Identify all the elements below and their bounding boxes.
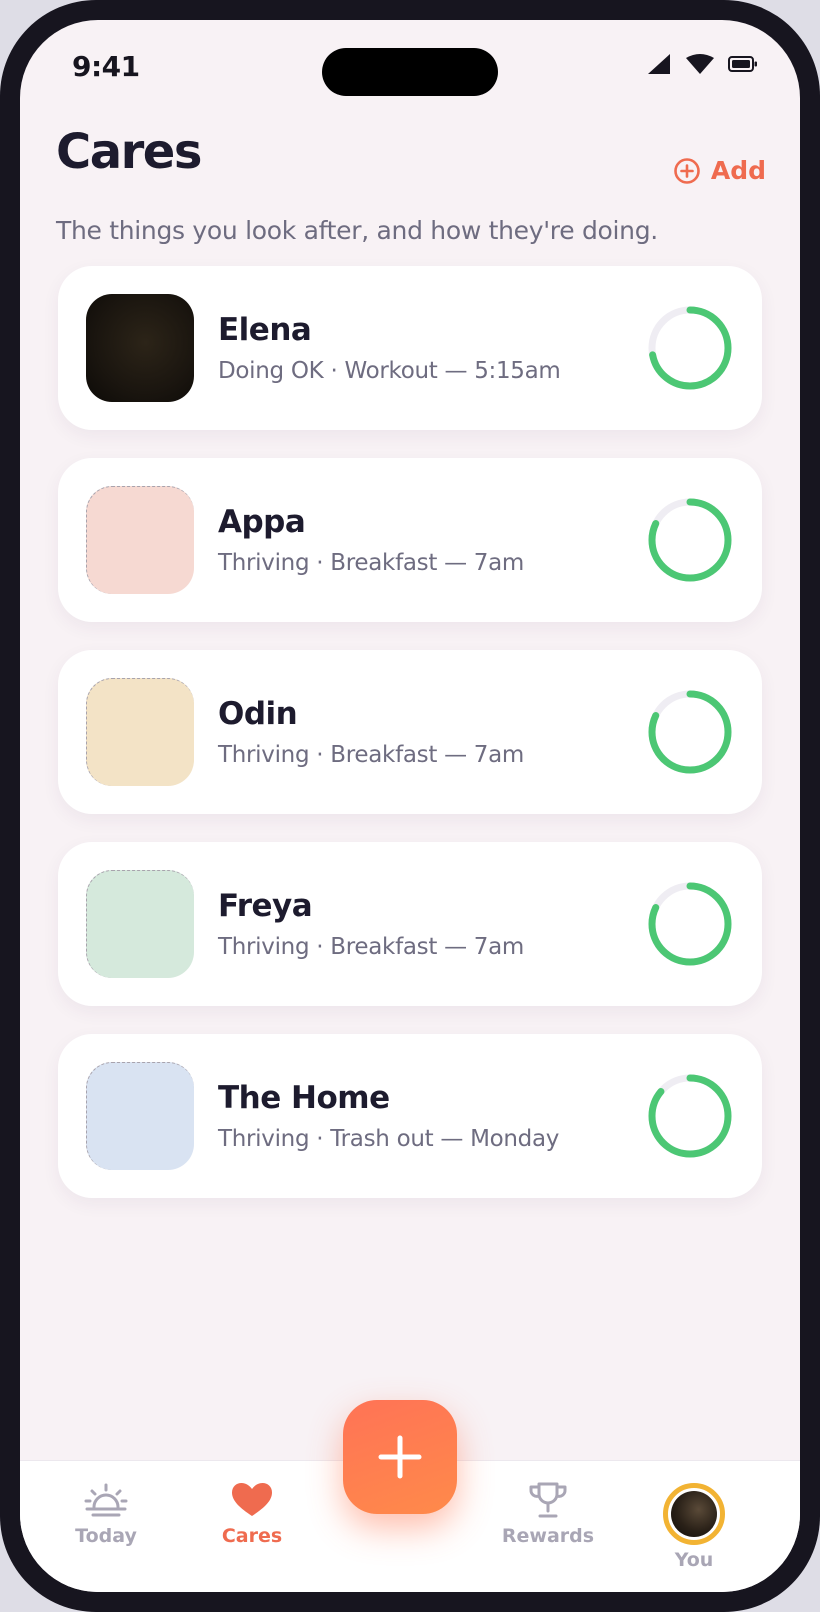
care-progress-ring — [648, 690, 732, 774]
care-thumbnail — [86, 870, 194, 978]
care-card[interactable]: Appa Thriving · Breakfast — 7am — [58, 458, 762, 622]
care-name: Elena — [218, 312, 312, 348]
dynamic-island — [322, 48, 498, 96]
tab-label: Cares — [221, 1525, 283, 1547]
trophy-icon — [529, 1482, 567, 1518]
care-card[interactable]: The Home Thriving · Trash out — Monday — [58, 1034, 762, 1198]
tab-you[interactable]: You — [634, 1483, 754, 1571]
care-thumbnail — [86, 294, 194, 402]
avatar — [663, 1483, 725, 1545]
sunrise-icon — [84, 1483, 128, 1517]
tab-label: Rewards — [501, 1525, 595, 1547]
cellular-signal-icon — [648, 54, 670, 74]
care-progress-ring — [648, 882, 732, 966]
add-button-label: Add — [710, 156, 766, 185]
page-subtitle: The things you look after, and how they'… — [56, 216, 658, 245]
wifi-icon — [686, 54, 714, 74]
care-progress-ring — [648, 498, 732, 582]
page-title: Cares — [56, 124, 202, 180]
care-progress-ring — [648, 1074, 732, 1158]
plus-icon — [378, 1435, 422, 1479]
care-status: Doing OK · Workout — 5:15am — [218, 358, 561, 384]
tab-label: You — [674, 1549, 714, 1571]
status-bar: 9:41 — [20, 20, 800, 120]
create-button[interactable] — [343, 1400, 457, 1514]
screen: 9:41 Cares Add The things you look after… — [20, 20, 800, 1592]
tab-cares[interactable]: Cares — [192, 1481, 312, 1547]
avatar-photo — [671, 1491, 717, 1537]
phone-frame: 9:41 Cares Add The things you look after… — [0, 0, 820, 1612]
care-card[interactable]: Freya Thriving · Breakfast — 7am — [58, 842, 762, 1006]
plus-circle-icon — [674, 157, 700, 184]
care-thumbnail — [86, 486, 194, 594]
care-card[interactable]: Elena Doing OK · Workout — 5:15am — [58, 266, 762, 430]
care-card[interactable]: Odin Thriving · Breakfast — 7am — [58, 650, 762, 814]
care-progress-ring — [648, 306, 732, 390]
care-status: Thriving · Breakfast — 7am — [218, 550, 525, 576]
care-status: Thriving · Trash out — Monday — [218, 1126, 560, 1152]
heart-icon — [232, 1483, 272, 1516]
care-status: Thriving · Breakfast — 7am — [218, 934, 525, 960]
care-status: Thriving · Breakfast — 7am — [218, 742, 525, 768]
tab-label: Today — [75, 1525, 137, 1547]
add-button[interactable]: Add — [673, 156, 766, 185]
care-name: Odin — [218, 696, 298, 732]
tab-rewards[interactable]: Rewards — [488, 1481, 608, 1547]
care-thumbnail — [86, 678, 194, 786]
status-time: 9:41 — [72, 50, 140, 83]
tab-today[interactable]: Today — [46, 1481, 166, 1547]
cares-list: Elena Doing OK · Workout — 5:15am Appa T… — [58, 266, 762, 1226]
status-icons — [648, 54, 758, 74]
care-name: The Home — [218, 1080, 390, 1116]
battery-icon — [728, 56, 757, 72]
care-name: Freya — [218, 888, 313, 924]
care-name: Appa — [218, 504, 306, 540]
care-thumbnail — [86, 1062, 194, 1170]
